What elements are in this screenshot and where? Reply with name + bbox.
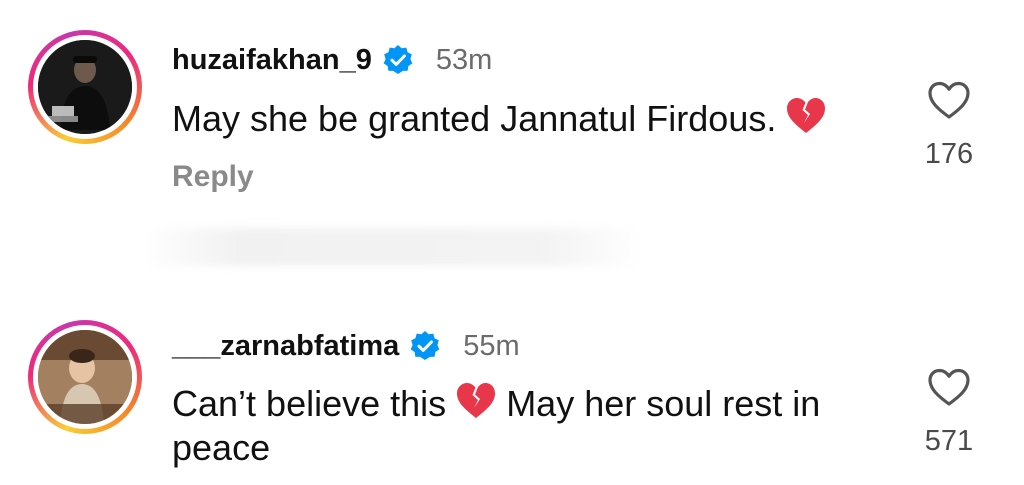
timestamp: 55m [463,329,520,362]
user-photo-dark [38,40,132,134]
story-ring[interactable] [28,30,142,144]
broken-heart-icon [457,383,496,418]
like-count: 571 [924,425,974,457]
heart-icon[interactable] [927,80,971,120]
like-column: 571 [914,367,984,458]
user-photo-child [38,330,132,424]
story-ring[interactable] [28,320,142,434]
avatar[interactable] [38,40,132,134]
comment-body-part1: Can’t believe this [172,383,447,424]
like-column: 176 [914,80,984,171]
reply-button[interactable]: Reply [172,160,254,194]
username[interactable]: huzaifakhan_9 [172,44,372,77]
comment-header: huzaifakhan_9 53m [172,40,492,80]
comment-item: ___zarnabfatima 55m Can’t believe this M… [0,290,1024,485]
avatar[interactable] [38,330,132,424]
avatar-border [33,35,137,139]
comment-text: Can’t believe this May her soul rest in … [172,382,872,470]
like-count: 176 [924,138,974,170]
comment-item: huzaifakhan_9 53m May she be granted Jan… [0,0,1024,220]
comment-header: ___zarnabfatima 55m [172,326,520,366]
verified-badge-icon [383,45,413,74]
comment-text: May she be granted Jannatul Firdous. [172,97,872,141]
blurred-divider [140,228,645,266]
heart-icon[interactable] [927,367,971,407]
timestamp: 53m [435,43,493,76]
broken-heart-icon [787,98,826,133]
avatar-border [33,325,137,429]
username[interactable]: ___zarnabfatima [172,330,399,363]
verified-badge-icon [410,331,440,360]
comment-body: May she be granted Jannatul Firdous. [172,98,777,139]
